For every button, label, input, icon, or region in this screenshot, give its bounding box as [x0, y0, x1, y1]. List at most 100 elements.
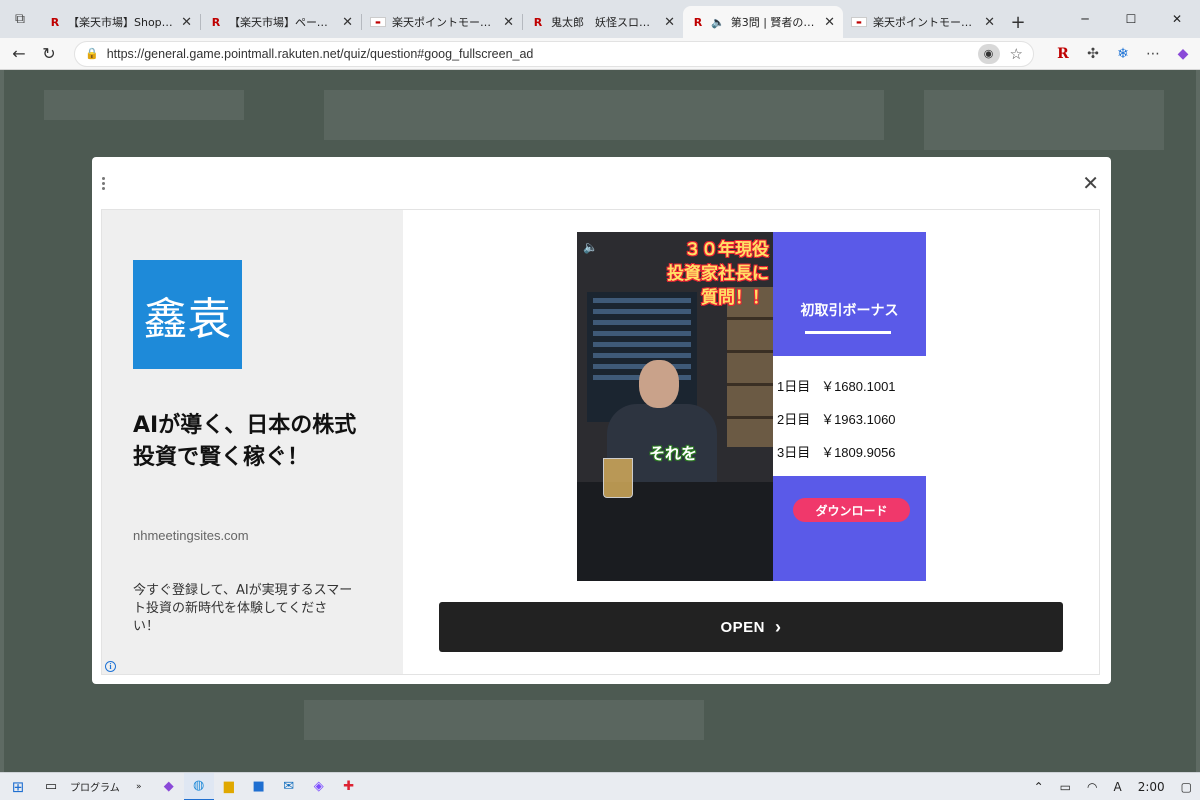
app-icon[interactable]: ✚	[334, 773, 364, 800]
ad-description: 今すぐ登録して、AIが実現するスマート投資の新時代を体験してください！	[133, 583, 353, 634]
video-frame: 🔈 ３０年現役 投資家社長に 質問！！ それを	[577, 232, 773, 581]
close-ad-icon[interactable]: ✕	[1082, 171, 1099, 195]
bookshelf	[727, 287, 773, 447]
rakuten-icon: R	[533, 15, 543, 29]
page-block	[324, 90, 884, 140]
page-block	[304, 700, 704, 740]
ad-info-icon[interactable]: i	[105, 661, 116, 672]
title-underline	[805, 331, 891, 334]
favorite-star-icon[interactable]: ☆	[1010, 45, 1023, 63]
notifications-icon[interactable]: ▢	[1173, 780, 1200, 794]
edge-icon[interactable]: ◍	[183, 772, 214, 800]
glass	[603, 458, 633, 498]
tab-title: 【楽天市場】Shopping is	[68, 16, 176, 29]
advertiser-logo[interactable]: 鑫袁	[133, 260, 242, 369]
back-icon[interactable]: ←	[4, 40, 34, 68]
speaker-icon[interactable]: 🔈	[711, 16, 725, 29]
copilot-taskbar-icon[interactable]: ◆	[154, 773, 184, 800]
tab-5[interactable]: R 🔈 第3問 | 賢者の難問 ✕	[683, 6, 843, 38]
pointmall-icon: ▬	[851, 17, 867, 27]
bonus-title: 初取引ボーナス	[800, 303, 899, 319]
store-icon[interactable]: ■	[244, 773, 274, 800]
extensions-icon[interactable]: ✣	[1078, 40, 1108, 68]
system-tray: ⌃ ▭ ◠ A 2:00 ▢	[1026, 773, 1200, 800]
bonus-row: 2日目 ￥1963.1060	[777, 409, 896, 428]
close-tab-icon[interactable]: ✕	[664, 15, 675, 30]
ad-headline[interactable]: AIが導く、日本の株式投資で賢く稼ぐ！	[133, 410, 373, 474]
ad-creative-image[interactable]: 🔈 ３０年現役 投資家社長に 質問！！ それを 初取引ボーナス 1日目 ￥168…	[577, 232, 926, 581]
new-tab-button[interactable]: +	[1003, 6, 1033, 38]
start-icon[interactable]: ⊞	[0, 773, 36, 800]
fullscreen-ad-dialog: ✕ 鑫袁 AIが導く、日本の株式投資で賢く稼ぐ！ nhmeetingsites.…	[92, 157, 1111, 684]
tab-bar: ⧉ R 【楽天市場】Shopping is ✕ R 【楽天市場】ページ閲覧ポ ✕…	[0, 0, 1200, 38]
tab-title: 第3問 | 賢者の難問	[730, 16, 819, 29]
bonus-panel-header: 初取引ボーナス	[773, 232, 926, 356]
tracking-prevention-icon[interactable]: ◉	[977, 43, 1000, 64]
bonus-amount: ￥1963.1060	[821, 412, 896, 427]
close-tab-icon[interactable]: ✕	[342, 15, 353, 30]
tab-actions-icon[interactable]: ⧉	[0, 0, 40, 38]
address-bar-row: ← ↻ 🔒 https://general.game.pointmall.rak…	[0, 38, 1200, 70]
rakuten-icon: R	[50, 15, 60, 29]
tab-title: 楽天ポイントモール | たびる	[873, 16, 978, 29]
taskbar: ⊞ ▭ プログラム » ◆ ◍ ▆ ■ ✉ ◈ ✚ ⌃ ▭ ◠ A 2:00 ▢	[0, 772, 1200, 800]
rakuten-icon: R	[693, 15, 703, 29]
ad-domain[interactable]: nhmeetingsites.com	[133, 528, 249, 543]
program-label[interactable]: プログラム	[66, 773, 124, 800]
tab-6[interactable]: ▬ 楽天ポイントモール | たびる ✕	[843, 6, 1003, 38]
close-tab-icon[interactable]: ✕	[503, 15, 514, 30]
url-field[interactable]: 🔒 https://general.game.pointmall.rakuten…	[74, 40, 1034, 67]
close-tab-icon[interactable]: ✕	[984, 15, 995, 30]
tab-title: 【楽天市場】ページ閲覧ポ	[229, 16, 336, 29]
expand-icon[interactable]: »	[124, 773, 154, 800]
ad-content[interactable]: 鑫袁 AIが導く、日本の株式投資で賢く稼ぐ！ nhmeetingsites.co…	[101, 209, 1100, 675]
stock-monitor	[587, 292, 697, 422]
bonus-row: 3日目 ￥1809.9056	[777, 442, 896, 461]
clock[interactable]: 2:00	[1130, 780, 1173, 794]
close-tab-icon[interactable]: ✕	[181, 15, 192, 30]
bonus-day: 3日目	[777, 445, 811, 460]
chevron-up-icon[interactable]: ⌃	[1026, 780, 1052, 794]
ad-options-icon[interactable]	[100, 175, 106, 192]
tab-2[interactable]: R 【楽天市場】ページ閲覧ポ ✕	[201, 6, 361, 38]
tab-1[interactable]: R 【楽天市場】Shopping is ✕	[40, 6, 200, 38]
pointmall-icon: ▬	[370, 17, 386, 27]
page-block	[924, 90, 1164, 150]
rakuten-extension-icon[interactable]: R	[1048, 40, 1078, 68]
caption-line: 投資家社長に	[667, 264, 769, 284]
copilot-icon[interactable]: ◆	[1168, 40, 1198, 68]
bonus-amount: ￥1809.9056	[821, 445, 896, 460]
open-button[interactable]: OPEN ›	[439, 602, 1063, 652]
url-text: https://general.game.pointmall.rakuten.n…	[106, 46, 534, 61]
ime-icon[interactable]: A	[1105, 780, 1129, 794]
wifi-icon[interactable]: ◠	[1079, 780, 1105, 794]
download-button[interactable]: ダウンロード	[793, 498, 910, 522]
lock-icon[interactable]: 🔒	[85, 47, 99, 60]
rakuten-icon: R	[211, 15, 221, 29]
minimize-icon[interactable]: ─	[1062, 0, 1108, 38]
maximize-icon[interactable]: ☐	[1108, 0, 1154, 38]
refresh-icon[interactable]: ↻	[34, 40, 64, 68]
bonus-row: 1日目 ￥1680.1001	[777, 376, 896, 395]
bonus-day: 1日目	[777, 379, 811, 394]
bonus-panel: 初取引ボーナス 1日目 ￥1680.1001 2日目 ￥1963.1060 3日…	[773, 232, 926, 581]
bonus-panel-footer: ダウンロード	[773, 476, 926, 581]
chevron-right-icon: ›	[775, 616, 782, 637]
close-window-icon[interactable]: ✕	[1154, 0, 1200, 38]
caption-line: 質問！！	[701, 288, 769, 308]
task-view-icon[interactable]: ▭	[36, 773, 66, 800]
snowflake-extension-icon[interactable]: ❄	[1108, 40, 1138, 68]
outlook-icon[interactable]: ✉	[274, 773, 304, 800]
battery-icon[interactable]: ▭	[1052, 780, 1079, 794]
photos-icon[interactable]: ◈	[304, 773, 334, 800]
bonus-list: 1日目 ￥1680.1001 2日目 ￥1963.1060 3日目 ￥1809.…	[773, 356, 926, 476]
file-explorer-icon[interactable]: ▆	[214, 773, 244, 800]
tab-title: 鬼太郎 妖怪スロット | 楽	[551, 16, 659, 29]
more-menu-icon[interactable]: ⋯	[1138, 40, 1168, 68]
bonus-day: 2日目	[777, 412, 811, 427]
open-label: OPEN	[720, 618, 765, 636]
close-tab-icon[interactable]: ✕	[824, 15, 835, 30]
video-caption-bottom: それを	[649, 444, 698, 463]
tab-4[interactable]: R 鬼太郎 妖怪スロット | 楽 ✕	[523, 6, 683, 38]
tab-3[interactable]: ▬ 楽天ポイントモール | 遊んで ✕	[362, 6, 522, 38]
